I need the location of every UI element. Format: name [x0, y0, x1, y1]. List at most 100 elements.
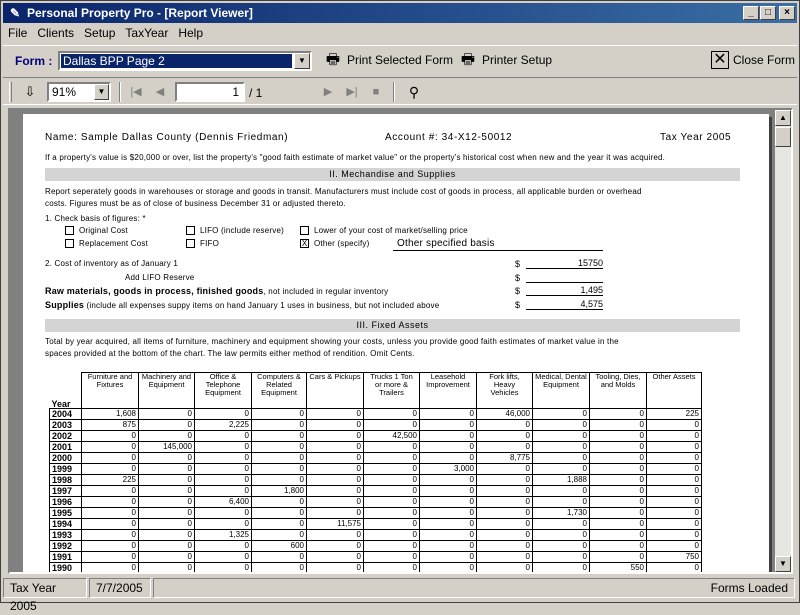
- app-window: ✎ Personal Property Pro - [Report Viewer…: [0, 0, 800, 613]
- value-cell: 0: [646, 430, 702, 442]
- printer-setup-icon: 🖶: [460, 51, 476, 68]
- value-cell: 0: [138, 452, 195, 464]
- next-page-icon[interactable]: ▶: [319, 83, 337, 101]
- chevron-down-icon[interactable]: ▼: [294, 53, 310, 69]
- section-mechandise-header: II. Mechandise and Supplies: [45, 168, 740, 181]
- value-cell: 0: [476, 540, 533, 552]
- other-specified-underline: [393, 250, 603, 251]
- column-header: Office & Telephone Equipment: [194, 372, 252, 409]
- column-header: Machinery and Equipment: [138, 372, 195, 409]
- printer-setup-button[interactable]: 🖶 Printer Setup: [458, 51, 552, 69]
- app-icon[interactable]: ✎: [7, 5, 23, 21]
- supplies-line: Supplies (include all expenses suppy ite…: [45, 300, 439, 310]
- value-cell: 0: [419, 540, 477, 552]
- value-cell: 0: [306, 474, 364, 486]
- value-cell: 0: [81, 562, 139, 572]
- export-icon[interactable]: ⇩: [21, 83, 39, 101]
- value-cell: 0: [138, 551, 195, 563]
- value-cell: 0: [306, 441, 364, 453]
- value-cell: 0: [363, 551, 420, 563]
- menu-file[interactable]: File: [3, 26, 32, 40]
- value-cell: 0: [194, 551, 252, 563]
- value-cell: 42,500: [363, 430, 420, 442]
- menu-setup[interactable]: Setup: [79, 26, 120, 40]
- value-cell: 0: [646, 485, 702, 497]
- value-cell: 0: [81, 452, 139, 464]
- chevron-down-icon[interactable]: ▼: [94, 84, 109, 100]
- value-cell: 0: [476, 551, 533, 563]
- zoom-select[interactable]: 91% ▼: [47, 82, 111, 102]
- maximize-button[interactable]: □: [760, 6, 776, 20]
- status-message: Forms Loaded: [153, 578, 795, 598]
- previous-page-icon[interactable]: ◀: [151, 83, 169, 101]
- value-cell: 1,888: [532, 474, 590, 486]
- value-cell: 0: [646, 441, 702, 453]
- value-cell: 0: [419, 496, 477, 508]
- form-select-value: Dallas BPP Page 2: [61, 54, 292, 68]
- menu-help[interactable]: Help: [173, 26, 208, 40]
- value-cell: 0: [251, 463, 307, 475]
- value-cell: 0: [363, 419, 420, 431]
- value-cell: 0: [251, 474, 307, 486]
- menu-clients[interactable]: Clients: [32, 26, 79, 40]
- value-cell: 0: [81, 529, 139, 541]
- value-cell: 225: [81, 474, 139, 486]
- printer-icon: 🖶: [325, 51, 341, 68]
- fixed-assets-body: 2004 1,608 0 0 0 0 0 0 46,000 0 0 225 2003 875 0 2,225 0…: [49, 408, 702, 572]
- value-cell: 0: [419, 408, 477, 420]
- value-cell: 0: [532, 529, 590, 541]
- value-cell: 0: [306, 540, 364, 552]
- vertical-scrollbar[interactable]: ▲ ▼: [775, 110, 791, 572]
- fixed-assets-table: Year Furniture and Fixtures Machinery and…: [49, 372, 702, 572]
- table-row: 1993 0 0 1,325 0 0 0 0 0 0 0 0: [49, 529, 702, 541]
- print-selected-form-button[interactable]: 🖶 Print Selected Form: [323, 51, 453, 69]
- toolbar-grip[interactable]: [9, 82, 12, 102]
- value-cell: 0: [306, 496, 364, 508]
- checkbox-replacement-cost[interactable]: [65, 239, 74, 248]
- scroll-thumb[interactable]: [775, 127, 791, 147]
- table-row: 1990 0 0 0 0 0 0 0 0 0 550 0: [49, 562, 702, 572]
- title-bar[interactable]: ✎ Personal Property Pro - [Report Viewer…: [3, 3, 797, 23]
- checkbox-other[interactable]: X: [300, 239, 309, 248]
- minimize-button[interactable]: _: [743, 6, 759, 20]
- value-cell: 0: [306, 419, 364, 431]
- value-cell: 0: [419, 518, 477, 530]
- value-cell: 8,775: [476, 452, 533, 464]
- add-lifo-label: Add LIFO Reserve: [125, 273, 195, 282]
- value-cell: 0: [251, 441, 307, 453]
- value-cell: 0: [138, 496, 195, 508]
- value-cell: 1,325: [194, 529, 252, 541]
- table-row: 2004 1,608 0 0 0 0 0 0 46,000 0 0 225: [49, 408, 702, 420]
- value-cell: 0: [251, 529, 307, 541]
- scroll-up-icon[interactable]: ▲: [775, 110, 791, 126]
- toolbar-separator: [119, 82, 121, 102]
- checkbox-lifo[interactable]: [186, 226, 195, 235]
- supplies-value: 4,575: [526, 299, 603, 310]
- checkbox-original-cost[interactable]: [65, 226, 74, 235]
- table-row: 1997 0 0 0 1,800 0 0 0 0 0 0 0: [49, 485, 702, 497]
- value-cell: 0: [589, 551, 647, 563]
- value-cell: 0: [419, 430, 477, 442]
- last-page-icon[interactable]: ▶|: [343, 83, 361, 101]
- checkbox-fifo[interactable]: [186, 239, 195, 248]
- first-page-icon[interactable]: |◀: [127, 83, 145, 101]
- stop-icon[interactable]: ■: [367, 83, 385, 101]
- column-header: Other Assets: [646, 372, 702, 409]
- checkbox-lower-of-cost[interactable]: [300, 226, 309, 235]
- value-cell: 0: [532, 518, 590, 530]
- menu-bar: File Clients Setup TaxYear Help: [3, 24, 797, 42]
- value-cell: 0: [646, 507, 702, 519]
- value-cell: 600: [251, 540, 307, 552]
- menu-taxyear[interactable]: TaxYear: [120, 26, 173, 40]
- page-number-input[interactable]: 1: [175, 82, 245, 102]
- report-viewer[interactable]: Name: Sample Dallas County (Dennis Fried…: [8, 108, 793, 574]
- value-cell: 0: [251, 518, 307, 530]
- scroll-down-icon[interactable]: ▼: [775, 556, 791, 572]
- dollar-sign: $: [515, 300, 521, 310]
- close-window-button[interactable]: ×: [779, 6, 795, 20]
- close-form-button[interactable]: ✕ Close Form: [711, 51, 795, 69]
- form-select[interactable]: Dallas BPP Page 2 ▼: [58, 51, 312, 71]
- value-cell: 0: [532, 540, 590, 552]
- binoculars-icon[interactable]: ⚲: [405, 83, 423, 101]
- value-cell: 0: [306, 485, 364, 497]
